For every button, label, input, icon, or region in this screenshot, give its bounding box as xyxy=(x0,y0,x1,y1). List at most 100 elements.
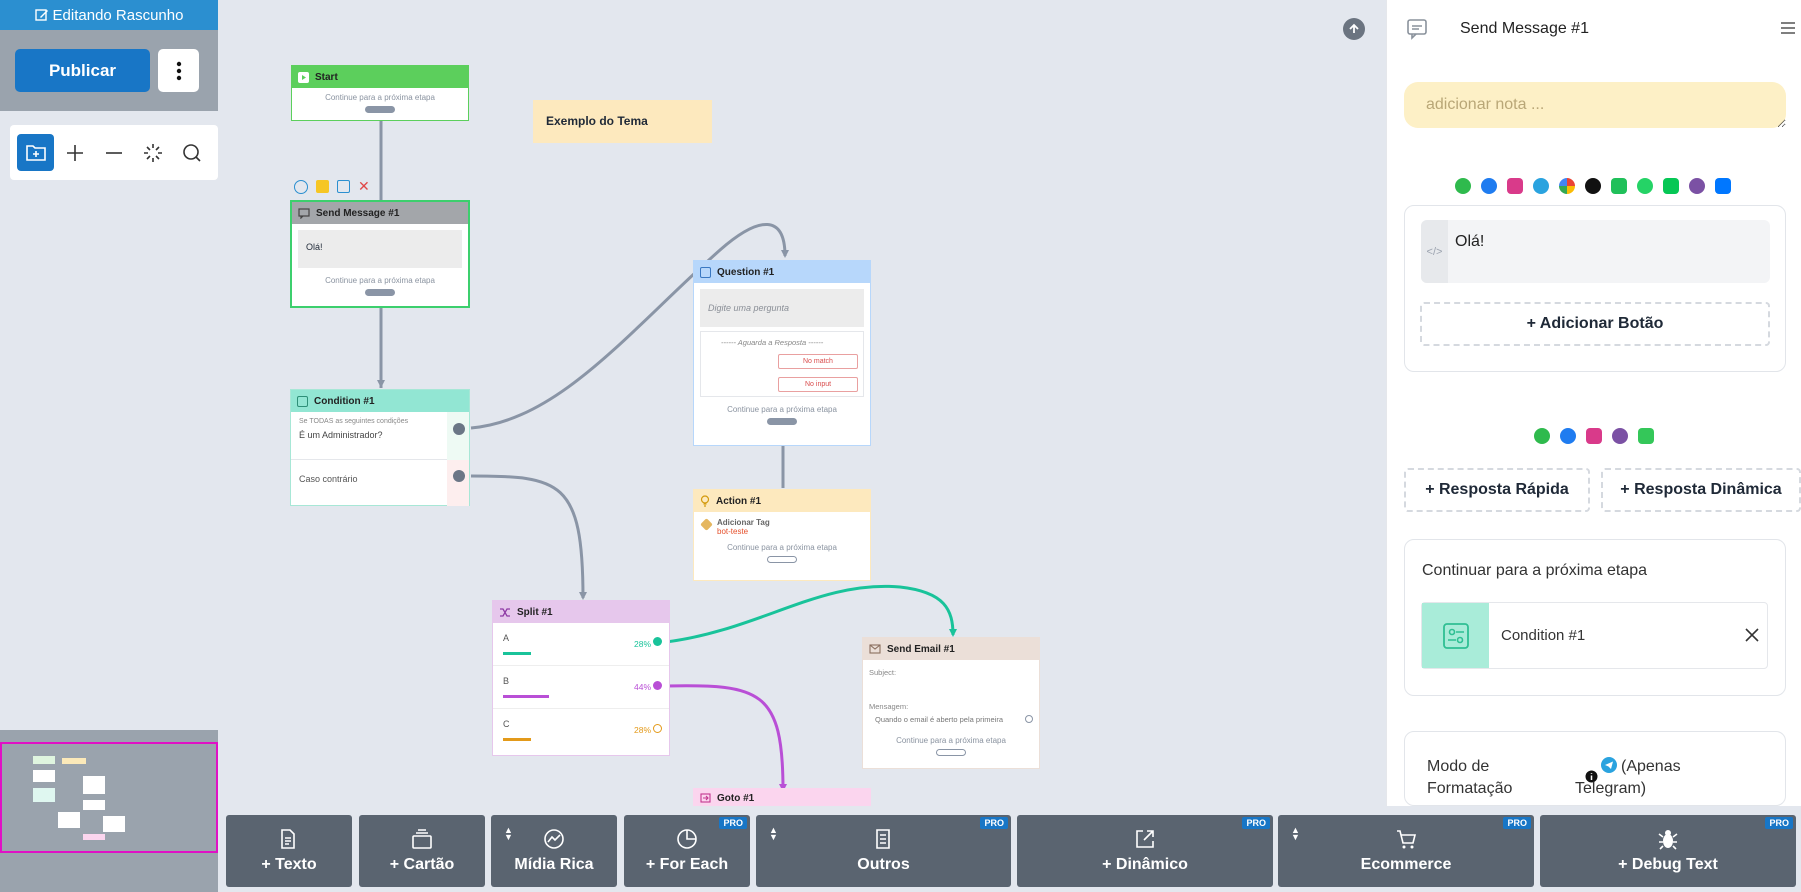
play-node-icon[interactable] xyxy=(294,180,308,194)
quick-reply-button[interactable]: + Resposta Rápida xyxy=(1404,468,1590,512)
tag-value: bot-teste xyxy=(717,527,749,536)
palette-button-ecommerce[interactable]: Ecommerce PRO ▲ ▼ xyxy=(1278,815,1534,887)
condition-else-port[interactable] xyxy=(453,470,465,482)
rule-caption: Se TODAS as seguintes condições xyxy=(299,418,409,425)
split-branch[interactable]: A 28% xyxy=(493,623,669,666)
arrow-head xyxy=(781,250,789,258)
palette-button-din-mico[interactable]: + Dinâmico PRO xyxy=(1017,815,1273,887)
email-icon xyxy=(869,644,881,654)
palette-button-for-each[interactable]: + For Each PRO xyxy=(624,815,750,887)
imessage-icon xyxy=(1638,428,1654,444)
email-message: Mensagem: xyxy=(869,702,909,711)
continue-label: Continue para a próxima etapa xyxy=(727,405,837,414)
output-handle[interactable] xyxy=(365,289,395,296)
node-header: Goto #1 xyxy=(694,789,870,805)
start-node[interactable]: Start Continue para a próxima etapa xyxy=(291,65,469,121)
split-branch[interactable]: C 28% xyxy=(493,709,669,752)
output-handle[interactable] xyxy=(767,556,797,563)
close-icon[interactable] xyxy=(1744,627,1760,643)
rule-text: É um Administrador? xyxy=(299,430,383,440)
palette-button-debug-text[interactable]: + Debug Text PRO xyxy=(1540,815,1796,887)
delete-node-icon[interactable]: ✕ xyxy=(358,179,370,194)
opened-port[interactable] xyxy=(1025,715,1033,723)
panel-menu-icon[interactable] xyxy=(1780,20,1796,36)
awaiting-label: ------ Aguarda a Resposta ------ xyxy=(721,338,824,347)
palette-button-label: + Dinâmico xyxy=(1102,856,1188,873)
goto-node[interactable]: Goto #1 xyxy=(693,788,871,806)
email-opened-row[interactable]: Quando o email é aberto pela primeira xyxy=(863,711,1039,724)
question-prompt: Digite uma pergunta xyxy=(700,289,864,327)
palette-button-outros[interactable]: Outros PRO ▲ ▼ xyxy=(756,815,1011,887)
split-branch[interactable]: B 44% xyxy=(493,666,669,709)
bug-icon xyxy=(1658,830,1678,850)
else-text: Caso contrário xyxy=(299,474,358,484)
pro-badge: PRO xyxy=(1765,817,1793,829)
no-match-pill[interactable]: No match xyxy=(778,354,858,369)
next-step-item[interactable]: Condition #1 xyxy=(1421,602,1768,669)
email-subject: Subject: xyxy=(869,668,897,677)
split-a-port[interactable] xyxy=(653,637,662,646)
instagram-icon xyxy=(1507,178,1523,194)
card-icon xyxy=(412,829,432,849)
condition-true-port[interactable] xyxy=(453,423,465,435)
node-header: Send Message #1 xyxy=(292,202,468,224)
rule-port-area xyxy=(447,412,469,460)
palette-button-label: Ecommerce xyxy=(1360,856,1452,873)
continue-title: Continuar para a próxima etapa xyxy=(1422,562,1648,579)
action-node[interactable]: Action #1 Adicionar Tag bot-teste Contin… xyxy=(693,489,871,581)
condition-icon xyxy=(297,395,308,407)
arrow-head xyxy=(377,380,385,388)
palette-button-label: + Debug Text xyxy=(1618,856,1718,873)
tiktok-icon xyxy=(1585,178,1601,194)
copy-icon[interactable] xyxy=(316,180,329,193)
output-handle[interactable] xyxy=(767,418,797,425)
condition-else-row[interactable]: Caso contrário xyxy=(291,460,469,506)
message-icon xyxy=(298,207,310,219)
split-b-port[interactable] xyxy=(653,681,662,690)
message-editor[interactable]: </> Olá! xyxy=(1421,220,1770,283)
note-input[interactable] xyxy=(1404,82,1786,128)
palette-button-label: Outros xyxy=(857,856,910,873)
edge-else-to-split xyxy=(470,474,585,599)
next-step-label: Condition #1 xyxy=(1501,627,1586,644)
edge-split-b-to-goto xyxy=(665,684,785,791)
palette-button-label: + Texto xyxy=(261,856,317,873)
messenger-icon xyxy=(1560,428,1576,444)
condition-node[interactable]: Condition #1 Se TODAS as seguintes condi… xyxy=(290,389,470,506)
send-email-node[interactable]: Send Email #1 Subject: Mensagem: Quando … xyxy=(862,637,1040,769)
condition-rule-row[interactable]: Se TODAS as seguintes condições É um Adm… xyxy=(291,412,469,460)
palette-button-texto[interactable]: + Texto xyxy=(226,815,352,887)
google-icon xyxy=(1559,178,1575,194)
node-title: Start xyxy=(315,71,338,83)
sort-arrows-icon: ▲ ▼ xyxy=(1291,825,1300,842)
theme-sticky-note[interactable]: Exemplo do Tema xyxy=(533,100,712,143)
palette-button-m-dia-rica[interactable]: Mídia Rica ▲ ▼ xyxy=(491,815,617,887)
dynamic-reply-button[interactable]: + Resposta Dinâmica xyxy=(1601,468,1801,512)
wechat-work-icon xyxy=(1611,178,1627,194)
sort-arrows-icon: ▲ ▼ xyxy=(769,825,778,842)
continue-label: Continue para a próxima etapa xyxy=(325,276,435,285)
split-node[interactable]: Split #1 A 28% B 44% C 28% xyxy=(492,600,670,756)
no-input-pill[interactable]: No input xyxy=(778,377,858,392)
duplicate-icon[interactable] xyxy=(337,180,350,193)
output-handle[interactable] xyxy=(365,106,395,113)
arrow-up-icon xyxy=(1349,23,1359,33)
channel-icons xyxy=(1455,178,1731,194)
palette-button-cart-o[interactable]: + Cartão xyxy=(359,815,485,887)
theme-note-text: Exemplo do Tema xyxy=(546,114,648,128)
pro-badge: PRO xyxy=(1242,817,1270,829)
output-handle[interactable] xyxy=(936,749,966,756)
add-button-button[interactable]: + Adicionar Botão xyxy=(1420,302,1770,346)
branch-bar xyxy=(503,652,531,655)
send-message-node[interactable]: Send Message #1 Olá! Continue para a pró… xyxy=(290,200,470,308)
branch-label: C xyxy=(503,719,510,729)
branch-label: A xyxy=(503,633,510,643)
split-c-port[interactable] xyxy=(653,724,662,733)
pro-badge: PRO xyxy=(1503,817,1531,829)
branch-percent: 28% xyxy=(633,639,651,649)
node-title: Send Email #1 xyxy=(887,643,955,655)
scroll-up-button[interactable] xyxy=(1343,18,1365,40)
question-node[interactable]: Question #1 Digite uma pergunta ------ A… xyxy=(693,260,871,446)
node-header: Split #1 xyxy=(493,601,669,623)
goto-icon xyxy=(700,793,711,803)
